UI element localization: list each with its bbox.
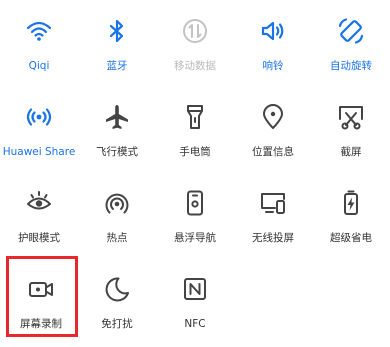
floating-nav-icon <box>180 188 210 218</box>
tile-label: 响铃 <box>262 60 284 72</box>
tile-screenshot[interactable]: 截屏 <box>312 86 390 170</box>
tile-hotspot[interactable]: 热点 <box>78 172 156 256</box>
nfc-icon <box>180 274 210 304</box>
tile-label: Qiqi <box>28 60 50 72</box>
tile-wifi[interactable]: Qiqi <box>0 0 78 84</box>
tile-label: 屏幕录制 <box>20 318 62 330</box>
power-saving-icon <box>336 188 366 218</box>
tile-label: 移动数据 <box>174 60 216 72</box>
tile-label: 飞行模式 <box>96 146 138 158</box>
tile-label: 蓝牙 <box>106 60 128 72</box>
tile-label: 自动旋转 <box>330 60 372 72</box>
screen-recorder-icon <box>26 274 56 304</box>
tile-bluetooth[interactable]: 蓝牙 <box>78 0 156 84</box>
tile-wireless-projection[interactable]: 无线投屏 <box>234 172 312 256</box>
tile-do-not-disturb[interactable]: 免打扰 <box>78 258 156 342</box>
hotspot-icon <box>102 188 132 218</box>
tile-huawei-share[interactable]: Huawei Share <box>0 86 78 170</box>
quick-settings-panel: Qiqi 蓝牙 移动数据 响铃 自动旋转 Huawei Share 飞行模式 手… <box>0 0 390 347</box>
tile-airplane-mode[interactable]: 飞行模式 <box>78 86 156 170</box>
flashlight-icon <box>180 102 210 132</box>
screenshot-icon <box>336 102 366 132</box>
bluetooth-icon <box>102 16 132 46</box>
tile-sound[interactable]: 响铃 <box>234 0 312 84</box>
tile-location[interactable]: 位置信息 <box>234 86 312 170</box>
location-icon <box>258 102 288 132</box>
tile-label: Huawei Share <box>2 146 76 158</box>
tile-label: 热点 <box>106 232 128 244</box>
mobile-data-icon <box>180 16 210 46</box>
tile-label: 截屏 <box>340 146 362 158</box>
tile-label: 悬浮导航 <box>174 232 216 244</box>
huawei-share-icon <box>24 102 54 132</box>
tile-label: 免打扰 <box>101 318 133 330</box>
tile-auto-rotate[interactable]: 自动旋转 <box>312 0 390 84</box>
tile-power-saving[interactable]: 超级省电 <box>312 172 390 256</box>
tile-label: 手电筒 <box>179 146 211 158</box>
tile-label: 护眼模式 <box>18 232 60 244</box>
airplane-icon <box>102 102 132 132</box>
tile-eye-comfort[interactable]: 护眼模式 <box>0 172 78 256</box>
tile-label: NFC <box>184 318 206 330</box>
tile-nfc[interactable]: NFC <box>156 258 234 342</box>
tile-mobile-data[interactable]: 移动数据 <box>156 0 234 84</box>
wireless-projection-icon <box>258 188 288 218</box>
tile-label: 无线投屏 <box>252 232 294 244</box>
tile-screen-recorder[interactable]: 屏幕录制 <box>2 258 80 342</box>
auto-rotate-icon <box>336 16 366 46</box>
eye-comfort-icon <box>24 188 54 218</box>
tile-floating-nav[interactable]: 悬浮导航 <box>156 172 234 256</box>
sound-icon <box>258 16 288 46</box>
tile-label: 位置信息 <box>252 146 294 158</box>
do-not-disturb-icon <box>102 274 132 304</box>
wifi-icon <box>24 16 54 46</box>
tile-label: 超级省电 <box>330 232 372 244</box>
tile-flashlight[interactable]: 手电筒 <box>156 86 234 170</box>
